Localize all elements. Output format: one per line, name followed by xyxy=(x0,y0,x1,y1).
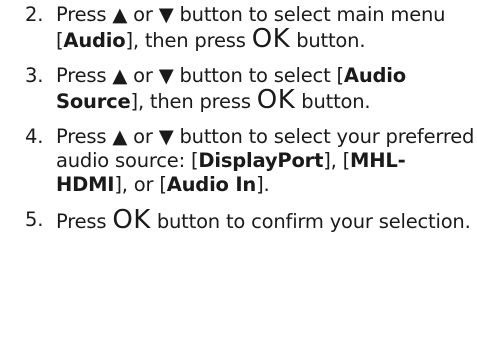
separator-text: ], [ xyxy=(323,149,351,172)
option-displayport-label: DisplayPort xyxy=(198,149,324,172)
end-text: ]. xyxy=(256,173,270,196)
step-2: 2. Press ▲ or ▼ button to select main me… xyxy=(0,3,477,53)
step-4: 4. Press ▲ or ▼ button to select your pr… xyxy=(0,125,477,197)
down-arrow-icon: ▼ xyxy=(158,64,174,87)
ok-button-label: OK xyxy=(251,24,291,54)
or-text: or xyxy=(133,3,153,26)
step-press-text: Press xyxy=(56,3,107,26)
step-press-text: Press xyxy=(56,210,107,233)
step-number: 4. xyxy=(25,125,44,148)
then-press-text: ], then press xyxy=(125,29,246,52)
step-number: 3. xyxy=(25,64,44,87)
step-number: 5. xyxy=(25,208,44,231)
step-5: 5. Press OK button to confirm your selec… xyxy=(0,205,477,235)
up-arrow-icon: ▲ xyxy=(112,64,128,87)
ok-button-label: OK xyxy=(112,205,151,235)
or-text: or xyxy=(133,64,153,87)
button-text: button. xyxy=(301,90,371,113)
step-press-text: Press xyxy=(56,125,107,148)
step-press-text: Press xyxy=(56,64,107,87)
up-arrow-icon: ▲ xyxy=(112,125,128,148)
select-text: button to select [ xyxy=(179,64,344,87)
menu-audio-label: Audio xyxy=(63,29,126,52)
option-audio-in-label: Audio In xyxy=(166,173,257,196)
up-arrow-icon: ▲ xyxy=(112,3,128,26)
step-3: 3. Press ▲ or ▼ button to select [Audio … xyxy=(0,64,477,114)
instruction-steps: 2. Press ▲ or ▼ button to select main me… xyxy=(0,0,477,234)
separator-text: ], or [ xyxy=(114,173,167,196)
or-text: or xyxy=(133,125,153,148)
then-press-text: ], then press xyxy=(130,90,251,113)
button-text: button. xyxy=(296,29,366,52)
ok-button-label: OK xyxy=(256,85,296,115)
step-number: 2. xyxy=(25,3,44,26)
down-arrow-icon: ▼ xyxy=(158,125,174,148)
down-arrow-icon: ▼ xyxy=(158,3,174,26)
confirm-text: button to confirm your selection. xyxy=(156,210,471,233)
